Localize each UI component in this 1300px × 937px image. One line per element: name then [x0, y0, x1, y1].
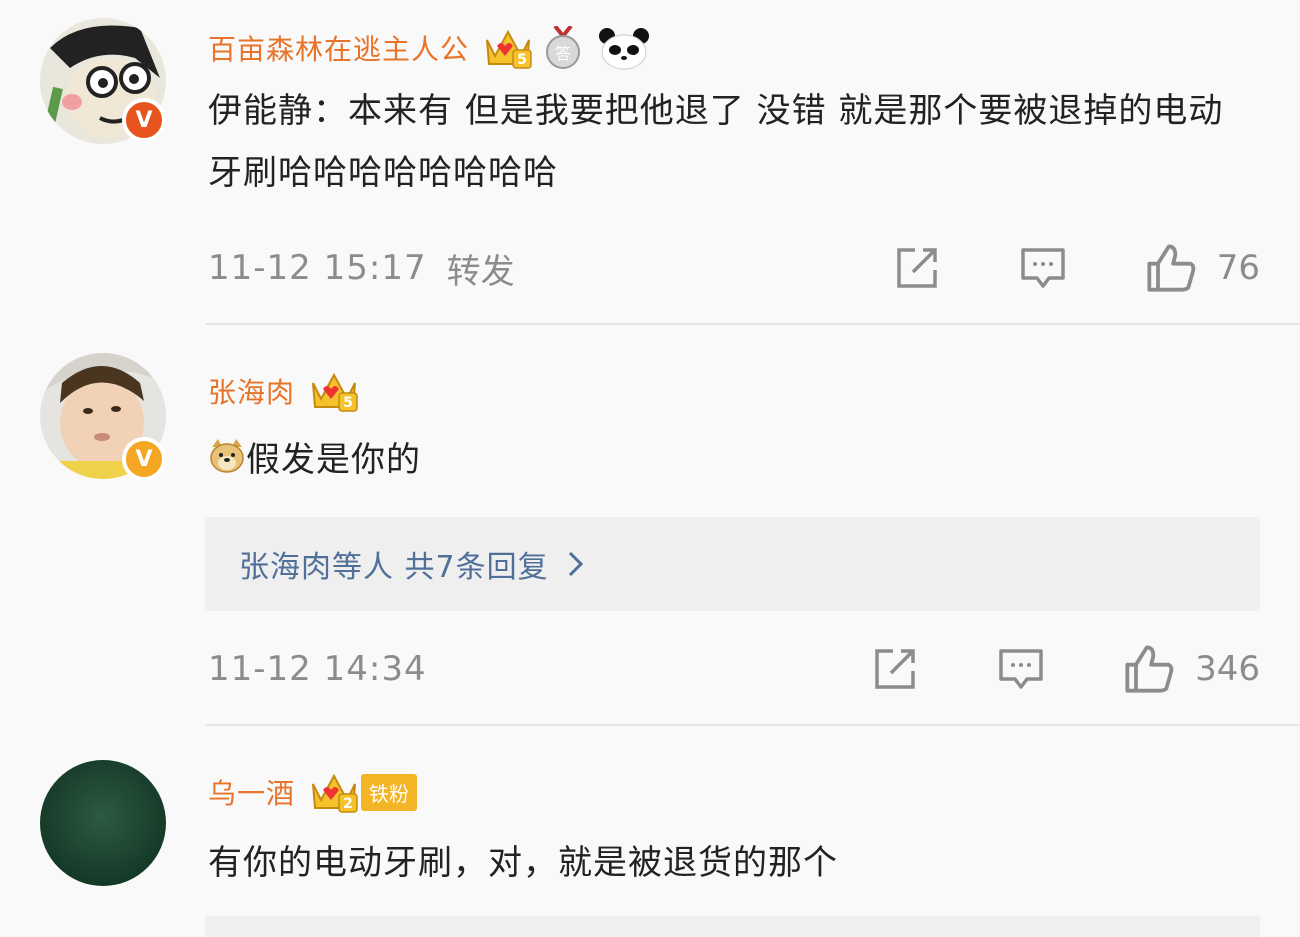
- reply-summary[interactable]: 张海肉等人 共7条回复: [205, 517, 1260, 611]
- avatar[interactable]: [40, 760, 166, 886]
- comment-item: V 百亩森林在逃主人公 5 答 伊能静：本来有 但是我要把他退了 没错 就是那个…: [0, 0, 1300, 325]
- timestamp: 11-12 14:34: [208, 649, 427, 689]
- svg-text:5: 5: [517, 52, 527, 68]
- username-row: 乌一酒 2 铁粉: [208, 764, 418, 820]
- action-bar: 346: [871, 639, 1260, 699]
- comment-item: 乌一酒 2 铁粉 有你的电动牙刷，对，就是被退货的那个: [0, 726, 1300, 937]
- dark-green-avatar-icon: [40, 760, 166, 886]
- like-count: 76: [1216, 248, 1260, 288]
- username[interactable]: 百亩森林在逃主人公: [208, 28, 469, 68]
- username-row: 张海肉 5: [208, 363, 369, 419]
- comment-icon: [1020, 248, 1065, 288]
- comment-text: 有你的电动牙刷，对，就是被退货的那个: [208, 843, 838, 883]
- medal-icon[interactable]: 答: [543, 24, 583, 70]
- thumbs-up-icon: [1125, 645, 1174, 693]
- username[interactable]: 张海肉: [208, 371, 295, 411]
- doge-emoji-icon: [210, 439, 244, 473]
- thumbs-up-icon: [1147, 244, 1196, 292]
- svg-text:5: 5: [343, 395, 353, 411]
- share-icon: [896, 248, 937, 288]
- action-bar: 76: [893, 238, 1260, 298]
- reply-summary[interactable]: [205, 916, 1260, 937]
- fan-tag: 铁粉: [361, 773, 418, 811]
- comment-meta: 11-12 15:17 转发 76: [208, 238, 1260, 298]
- like-button[interactable]: 346: [1123, 643, 1260, 695]
- timestamp: 11-12 15:17: [208, 248, 427, 288]
- comment-text: 假发是你的: [246, 440, 421, 480]
- chevron-right-icon: [568, 551, 583, 577]
- comment-button[interactable]: [997, 645, 1045, 693]
- comment-item: V 张海肉 5 假发是你的 张海肉等人 共7条回复 11-12 14:34 34…: [0, 325, 1300, 725]
- svg-text:2: 2: [343, 796, 353, 812]
- verified-badge: V: [122, 437, 166, 481]
- repost-link[interactable]: 转发: [447, 244, 515, 293]
- comment-icon: [999, 649, 1043, 689]
- username-row: 百亩森林在逃主人公 5 答: [208, 20, 651, 76]
- comment-button[interactable]: [1019, 244, 1067, 292]
- username[interactable]: 乌一酒: [208, 772, 295, 812]
- share-button[interactable]: [871, 645, 919, 693]
- share-button[interactable]: [893, 244, 941, 292]
- comment-text: 伊能静：本来有 但是我要把他退了 没错 就是那个要被退掉的电动牙刷哈哈哈哈哈哈哈…: [208, 91, 1224, 193]
- vip-crown-icon[interactable]: 2: [309, 770, 359, 814]
- comment-meta: 11-12 14:34 346: [208, 639, 1260, 699]
- like-button[interactable]: 76: [1145, 242, 1260, 294]
- vip-crown-icon[interactable]: 5: [483, 26, 533, 70]
- share-icon: [875, 649, 915, 689]
- svg-text:答: 答: [555, 44, 571, 63]
- panda-icon[interactable]: [597, 26, 651, 70]
- like-count: 346: [1195, 649, 1260, 689]
- comment-text-row: 假发是你的: [208, 429, 1240, 491]
- verified-badge: V: [122, 98, 166, 142]
- vip-crown-icon[interactable]: 5: [309, 369, 359, 413]
- reply-summary-text[interactable]: 张海肉等人 共7条回复: [239, 542, 549, 586]
